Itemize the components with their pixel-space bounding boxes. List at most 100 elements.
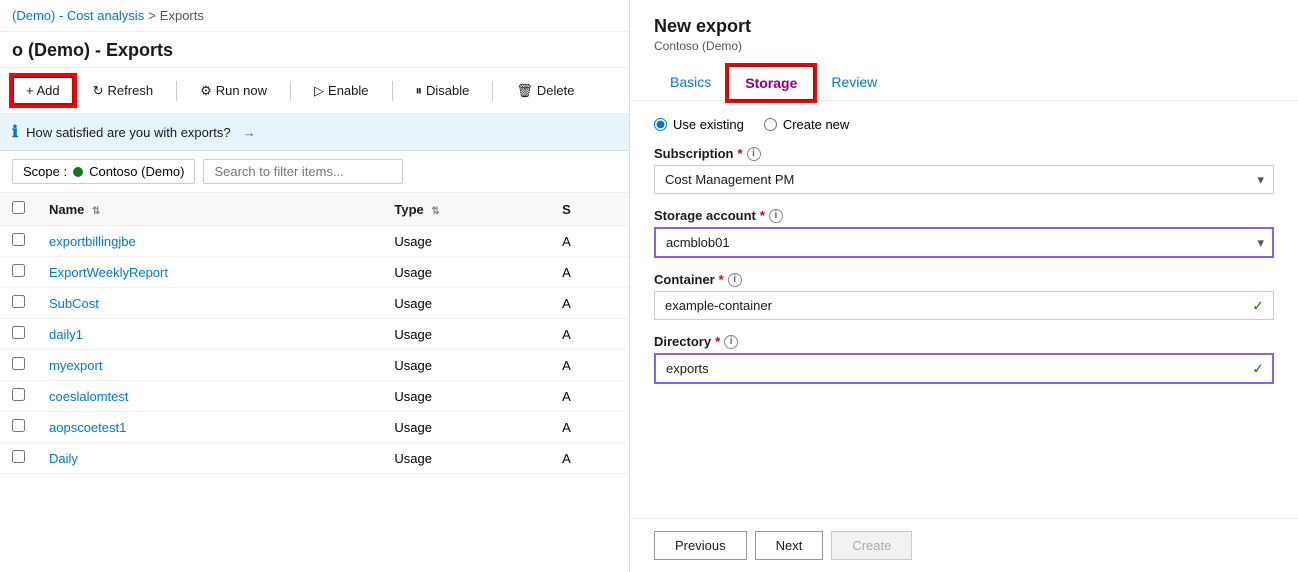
- scope-button[interactable]: Scope : Contoso (Demo): [12, 159, 195, 184]
- create-new-radio[interactable]: [764, 118, 777, 131]
- row-checkbox[interactable]: [12, 295, 25, 308]
- refresh-icon: ↻: [93, 83, 104, 99]
- row-name-link[interactable]: exportbillingjbe: [49, 234, 136, 249]
- directory-info-icon[interactable]: i: [724, 335, 738, 349]
- row-checkbox[interactable]: [12, 419, 25, 432]
- run-now-icon: ⚙: [200, 83, 212, 99]
- use-existing-radio[interactable]: [654, 118, 667, 131]
- storage-account-select-wrap: acmblob01 ▾: [654, 227, 1274, 258]
- subscription-select[interactable]: Cost Management PM: [654, 165, 1274, 194]
- table-row: SubCost Usage A: [0, 288, 629, 319]
- tab-storage[interactable]: Storage: [727, 65, 815, 101]
- directory-input-wrap: ✓: [654, 353, 1274, 384]
- row-name-link[interactable]: SubCost: [49, 296, 99, 311]
- run-now-button[interactable]: ⚙ Run now: [189, 77, 278, 105]
- container-check-icon: ✓: [1252, 297, 1264, 314]
- panel-footer: Previous Next Create: [630, 518, 1298, 572]
- row-name-link[interactable]: myexport: [49, 358, 102, 373]
- row-type: Usage: [382, 319, 550, 350]
- info-link[interactable]: →: [243, 125, 256, 140]
- row-checkbox[interactable]: [12, 326, 25, 339]
- search-input[interactable]: [203, 159, 403, 184]
- row-type: Usage: [382, 350, 550, 381]
- breadcrumb-link[interactable]: (Demo) - Cost analysis: [12, 8, 144, 23]
- info-bar: ℹ How satisfied are you with exports? →: [0, 114, 629, 151]
- tabs: Basics Storage Review: [654, 65, 1274, 100]
- row-checkbox[interactable]: [12, 450, 25, 463]
- table-row: myexport Usage A: [0, 350, 629, 381]
- toolbar-divider: [176, 81, 177, 101]
- scope-dot: [73, 167, 83, 177]
- page-title: o (Demo) - Exports: [0, 32, 629, 68]
- row-type: Usage: [382, 381, 550, 412]
- breadcrumb-separator: >: [148, 8, 156, 23]
- row-name: aopscoetest1: [37, 412, 382, 443]
- col-name: Name ⇅: [37, 193, 382, 226]
- sort-icon-type[interactable]: ⇅: [431, 206, 439, 217]
- row-status: A: [550, 350, 629, 381]
- tab-basics[interactable]: Basics: [654, 65, 727, 101]
- create-new-label: Create new: [783, 117, 849, 132]
- row-type: Usage: [382, 412, 550, 443]
- table-row: coeslalomtest Usage A: [0, 381, 629, 412]
- breadcrumb-current: Exports: [160, 8, 204, 23]
- enable-button[interactable]: ▷ Enable: [303, 77, 379, 105]
- row-name: ExportWeeklyReport: [37, 257, 382, 288]
- subscription-label: Subscription * i: [654, 146, 1274, 161]
- col-type: Type ⇅: [382, 193, 550, 226]
- create-new-option[interactable]: Create new: [764, 117, 849, 132]
- tab-review[interactable]: Review: [815, 65, 893, 101]
- subscription-info-icon[interactable]: i: [747, 147, 761, 161]
- container-field: Container * i ✓: [654, 272, 1274, 320]
- container-input-wrap: ✓: [654, 291, 1274, 320]
- directory-input[interactable]: [654, 353, 1274, 384]
- storage-account-field: Storage account * i acmblob01 ▾: [654, 208, 1274, 258]
- row-status: A: [550, 226, 629, 257]
- select-all-checkbox[interactable]: [12, 201, 25, 214]
- row-name-link[interactable]: Daily: [49, 451, 78, 466]
- left-panel: (Demo) - Cost analysis > Exports o (Demo…: [0, 0, 630, 572]
- row-type: Usage: [382, 226, 550, 257]
- container-input[interactable]: [654, 291, 1274, 320]
- storage-account-required: *: [760, 208, 765, 223]
- add-button[interactable]: + Add: [12, 76, 74, 105]
- storage-account-label: Storage account * i: [654, 208, 1274, 223]
- previous-button[interactable]: Previous: [654, 531, 747, 560]
- next-button[interactable]: Next: [755, 531, 824, 560]
- row-name-link[interactable]: ExportWeeklyReport: [49, 265, 168, 280]
- row-checkbox[interactable]: [12, 233, 25, 246]
- sort-icon-name[interactable]: ⇅: [92, 206, 100, 217]
- toolbar-divider2: [290, 81, 291, 101]
- row-name: SubCost: [37, 288, 382, 319]
- disable-label: Disable: [426, 83, 469, 98]
- exports-table: Name ⇅ Type ⇅ S exportbillingjbe Usage A: [0, 193, 629, 474]
- subscription-select-wrap: Cost Management PM ▾: [654, 165, 1274, 194]
- run-now-label: Run now: [216, 83, 267, 98]
- row-name: daily1: [37, 319, 382, 350]
- row-status: A: [550, 257, 629, 288]
- enable-label: Enable: [328, 83, 368, 98]
- row-name-link[interactable]: daily1: [49, 327, 83, 342]
- refresh-button[interactable]: ↻ Refresh: [82, 77, 164, 105]
- use-existing-option[interactable]: Use existing: [654, 117, 744, 132]
- container-info-icon[interactable]: i: [728, 273, 742, 287]
- storage-account-info-icon[interactable]: i: [769, 209, 783, 223]
- row-status: A: [550, 443, 629, 474]
- row-name: coeslalomtest: [37, 381, 382, 412]
- subscription-required: *: [737, 146, 742, 161]
- row-checkbox[interactable]: [12, 388, 25, 401]
- row-checkbox[interactable]: [12, 264, 25, 277]
- subscription-field: Subscription * i Cost Management PM ▾: [654, 146, 1274, 194]
- disable-button[interactable]: ⏸ Disable: [405, 77, 481, 105]
- storage-account-select[interactable]: acmblob01: [654, 227, 1274, 258]
- table-row: daily1 Usage A: [0, 319, 629, 350]
- row-status: A: [550, 381, 629, 412]
- toolbar-divider3: [392, 81, 393, 101]
- row-name-link[interactable]: aopscoetest1: [49, 420, 126, 435]
- row-name-link[interactable]: coeslalomtest: [49, 389, 128, 404]
- row-name: exportbillingjbe: [37, 226, 382, 257]
- delete-icon: 🗑: [516, 83, 533, 99]
- create-button[interactable]: Create: [831, 531, 912, 560]
- row-checkbox[interactable]: [12, 357, 25, 370]
- delete-button[interactable]: 🗑 Delete: [505, 77, 585, 105]
